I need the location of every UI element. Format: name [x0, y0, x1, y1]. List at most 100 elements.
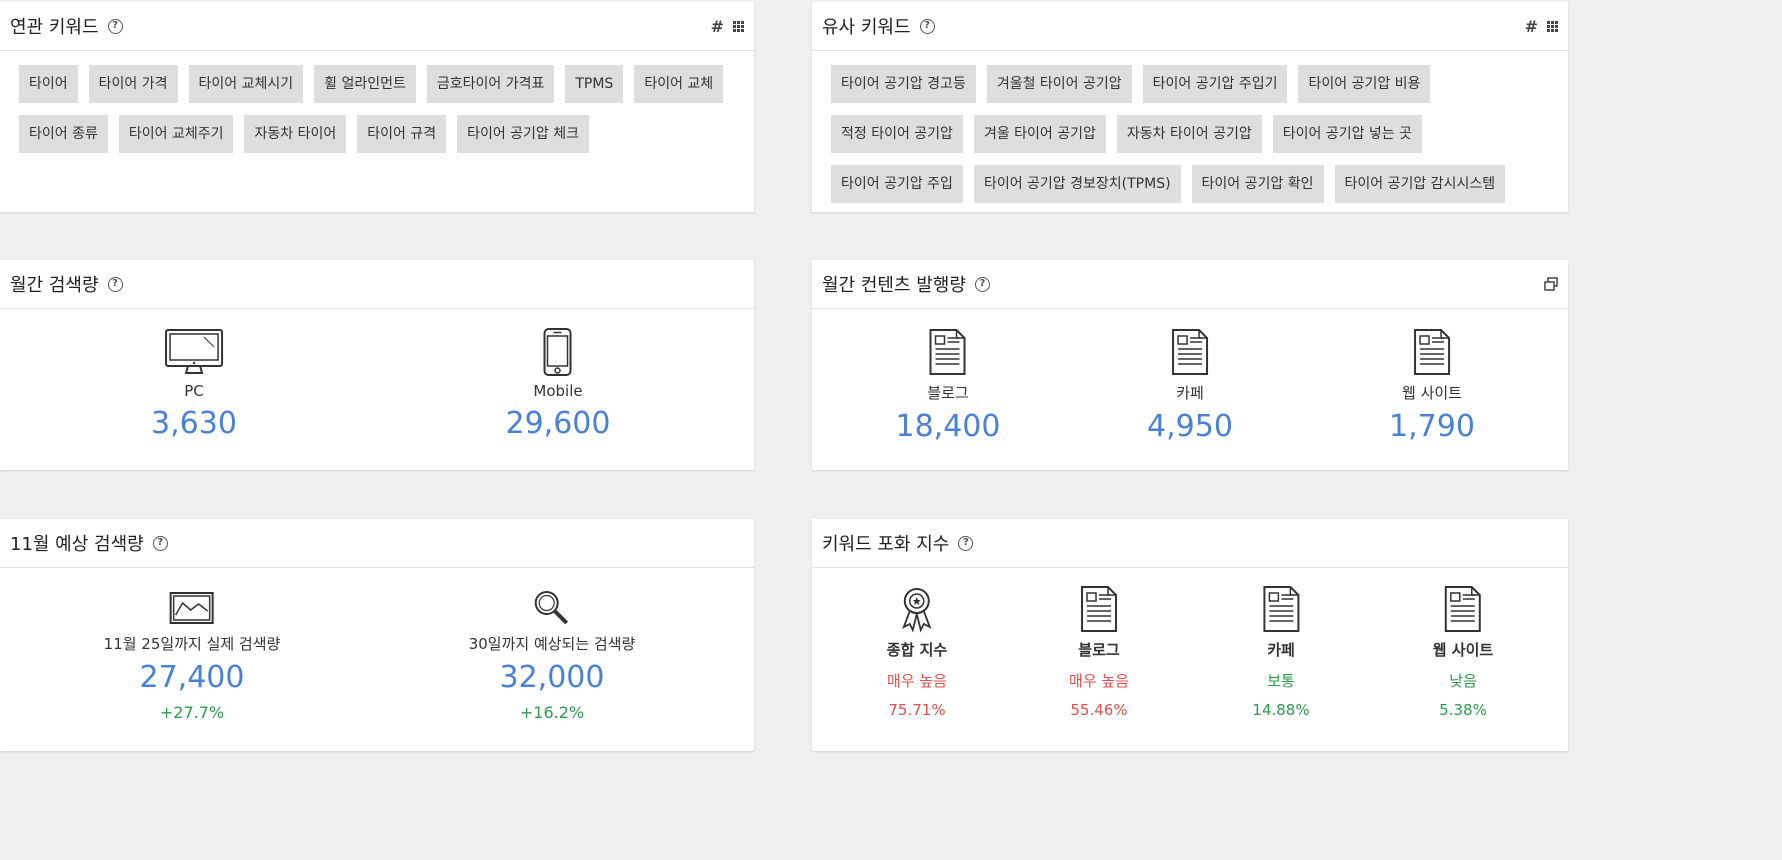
keyword-chip[interactable]: 자동차 타이어 공기압	[1116, 115, 1262, 153]
forecast-card: 11월 예상 검색량 ? 11월 25일까지 실제 검색량 27,400 +27…	[0, 519, 754, 751]
cafe-saturation-stat: 카페 보통 14.88%	[1252, 585, 1310, 719]
stat-label: PC	[184, 382, 204, 400]
keyword-chip[interactable]: 겨울 타이어 공기압	[973, 115, 1106, 153]
stat-label: 웹 사이트	[1402, 384, 1462, 402]
saturation-card: 키워드 포화 지수 ? 종합 지수 매우 높음 75.71% 블로그 매우 높음…	[812, 519, 1568, 751]
saturation-value: 55.46%	[1070, 701, 1128, 719]
keyword-chip[interactable]: 타이어 공기압 넣는 곳	[1272, 115, 1423, 153]
stat-value: 32,000	[499, 660, 605, 695]
stat-label: 30일까지 예상되는 검색량	[468, 635, 636, 653]
stat-label: 종합 지수	[886, 641, 948, 659]
keyword-chip[interactable]: 타이어 교체주기	[118, 115, 234, 153]
keyword-chip[interactable]: 타이어 종류	[19, 115, 108, 153]
stat-label: 11월 25일까지 실제 검색량	[103, 635, 281, 653]
keyword-chip[interactable]: 타이어	[19, 65, 78, 103]
help-icon[interactable]: ?	[107, 276, 123, 292]
related-keywords-card: 연관 키워드 ? # 타이어 타이어 가격 타이어 교체시기 휠 얼라인먼트 금…	[0, 2, 754, 212]
stat-label: 블로그	[1078, 641, 1120, 659]
stat-label: 웹 사이트	[1432, 641, 1494, 659]
keyword-chip[interactable]: 타이어 공기압 체크	[457, 115, 590, 153]
card-title: 11월 예상 검색량	[10, 534, 144, 555]
help-icon[interactable]: ?	[919, 18, 935, 34]
keyword-chip[interactable]: 타이어 공기압 경고등	[831, 65, 976, 103]
stat-value: 18,400	[895, 409, 1001, 444]
card-header: 유사 키워드 ? #	[812, 2, 1568, 51]
stat-value: 3,630	[151, 406, 237, 441]
card-header: 월간 검색량 ?	[0, 260, 754, 309]
cafe-content-stat: 카페 4,950	[1147, 328, 1233, 444]
card-title: 월간 검색량	[10, 275, 99, 296]
expected-search-stat: 30일까지 예상되는 검색량 32,000 +16.2%	[468, 589, 636, 722]
help-icon[interactable]: ?	[958, 535, 974, 551]
keyword-chip[interactable]: 타이어 공기압 경보장치(TPMS)	[973, 165, 1181, 203]
keyword-chip[interactable]: 적정 타이어 공기압	[831, 115, 963, 153]
stat-label: 카페	[1267, 641, 1295, 659]
blog-content-stat: 블로그 18,400	[895, 328, 1001, 444]
grid-icon[interactable]	[733, 20, 744, 32]
document-icon	[1262, 586, 1299, 632]
pc-stat: PC 3,630	[151, 328, 237, 441]
card-title: 월간 컨텐츠 발행량	[822, 275, 966, 296]
card-header: 11월 예상 검색량 ?	[0, 519, 754, 568]
stat-label: 블로그	[927, 384, 969, 402]
level-text: 매우 높음	[887, 672, 947, 690]
mobile-stat: Mobile 29,600	[505, 328, 611, 441]
keyword-chip-list: 타이어 공기압 경고등 겨울철 타이어 공기압 타이어 공기압 주입기 타이어 …	[812, 51, 1568, 215]
card-title: 키워드 포화 지수	[822, 534, 950, 555]
stat-value: 1,790	[1389, 409, 1475, 444]
keyword-chip[interactable]: 타이어 공기압 주입기	[1142, 65, 1288, 103]
document-icon	[1081, 586, 1117, 632]
magnifier-icon	[535, 591, 569, 625]
level-text: 매우 높음	[1069, 672, 1129, 690]
change-percent: +27.7%	[159, 703, 225, 722]
keyword-chip[interactable]: 타이어 교체	[634, 65, 724, 103]
help-icon[interactable]: ?	[152, 535, 168, 551]
keyword-chip[interactable]: 타이어 규격	[357, 115, 447, 153]
keyword-chip[interactable]: 타이어 공기압 비용	[1298, 65, 1431, 103]
change-percent: +16.2%	[519, 703, 585, 722]
line-chart-icon	[170, 592, 214, 624]
keyword-chip[interactable]: 타이어 공기압 주입	[831, 165, 963, 203]
document-icon	[1413, 329, 1450, 375]
keyword-chip[interactable]: TPMS	[565, 65, 624, 103]
grid-icon[interactable]	[1547, 20, 1558, 32]
document-icon	[1445, 586, 1481, 632]
saturation-value: 5.38%	[1439, 701, 1487, 719]
total-saturation-stat: 종합 지수 매우 높음 75.71%	[887, 585, 947, 719]
hashtag-icon[interactable]: #	[1525, 17, 1538, 36]
document-icon	[1171, 329, 1208, 375]
keyword-chip[interactable]: 휠 얼라인먼트	[314, 65, 416, 103]
website-content-stat: 웹 사이트 1,790	[1389, 328, 1475, 444]
keyword-chip[interactable]: 타이어 공기압 감시시스템	[1334, 165, 1506, 203]
help-icon[interactable]: ?	[107, 18, 123, 34]
saturation-value: 75.71%	[888, 701, 946, 719]
keyword-chip[interactable]: 겨울철 타이어 공기압	[986, 65, 1132, 103]
stat-value: 27,400	[139, 660, 245, 695]
card-title: 연관 키워드	[10, 17, 99, 38]
stat-label: Mobile	[533, 382, 583, 400]
monthly-search-card: 월간 검색량 ? PC 3,630 Mobile 29,600	[0, 260, 754, 470]
stat-label: 카페	[1176, 384, 1204, 402]
keyword-chip-list: 타이어 타이어 가격 타이어 교체시기 휠 얼라인먼트 금호타이어 가격표 TP…	[0, 51, 754, 165]
keyword-chip[interactable]: 타이어 공기압 확인	[1191, 165, 1324, 203]
keyword-chip[interactable]: 타이어 교체시기	[188, 65, 304, 103]
popup-icon[interactable]	[1544, 277, 1558, 291]
level-text: 낮음	[1449, 672, 1477, 690]
card-header: 키워드 포화 지수 ?	[812, 519, 1568, 568]
card-header: 월간 컨텐츠 발행량 ?	[812, 260, 1568, 309]
website-saturation-stat: 웹 사이트 낮음 5.38%	[1433, 585, 1493, 719]
phone-icon	[543, 328, 572, 376]
keyword-chip[interactable]: 금호타이어 가격표	[426, 65, 555, 103]
monitor-icon	[164, 329, 223, 374]
keyword-chip[interactable]: 타이어 가격	[88, 65, 178, 103]
stat-value: 4,950	[1147, 409, 1233, 444]
hashtag-icon[interactable]: #	[711, 17, 724, 36]
document-icon	[929, 329, 966, 375]
monthly-content-card: 월간 컨텐츠 발행량 ? 블로그 18,400 카페 4,950 웹 사이트 1…	[812, 260, 1568, 470]
keyword-chip[interactable]: 자동차 타이어	[244, 115, 347, 153]
blog-saturation-stat: 블로그 매우 높음 55.46%	[1069, 585, 1129, 719]
help-icon[interactable]: ?	[974, 276, 990, 292]
card-header: 연관 키워드 ? #	[0, 2, 754, 51]
similar-keywords-card: 유사 키워드 ? # 타이어 공기압 경고등 겨울철 타이어 공기압 타이어 공…	[812, 2, 1568, 212]
stat-value: 29,600	[505, 406, 611, 441]
